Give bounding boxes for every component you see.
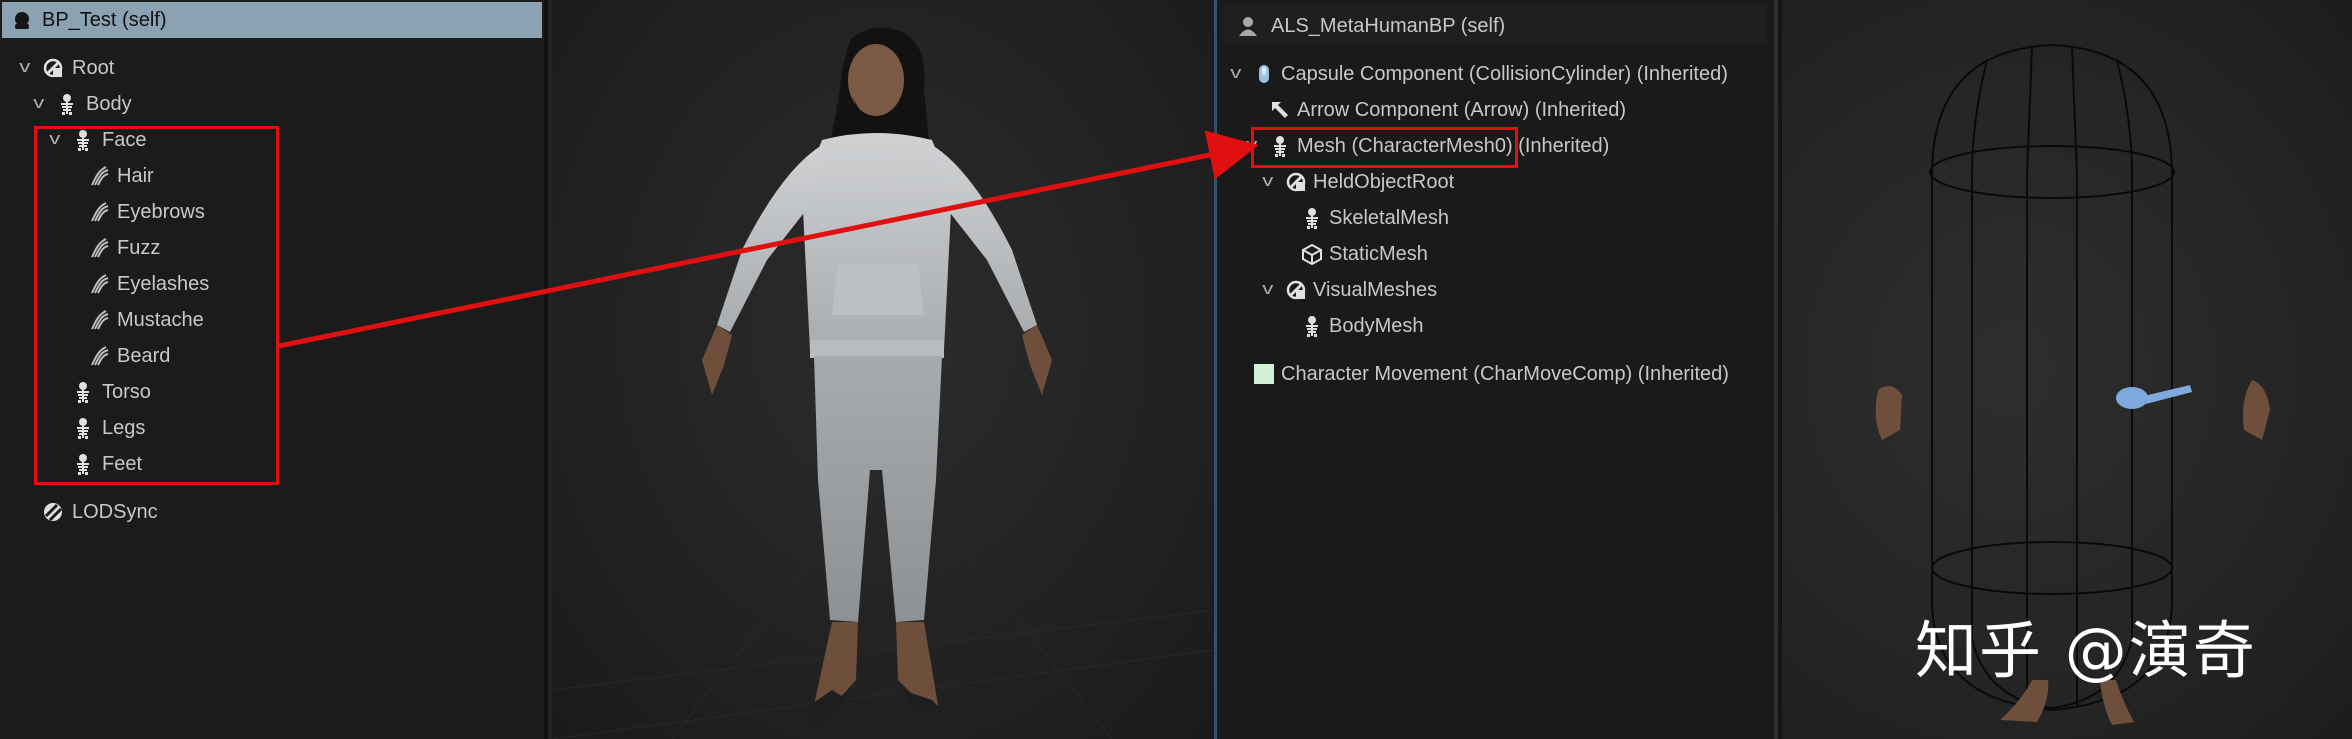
tree-row-capsule-component[interactable]: v Capsule Component (CollisionCylinder) …: [1217, 58, 1767, 92]
skeletal-mesh-icon: [61, 94, 73, 115]
arrow-component-icon: [1272, 102, 1288, 118]
scene-component-icon: [1286, 172, 1306, 192]
tree-row-bodymesh[interactable]: BodyMesh: [1217, 310, 1767, 344]
highlight-box-mesh: [1251, 127, 1518, 168]
tree-row-character-movement[interactable]: Character Movement (CharMoveComp) (Inher…: [1217, 358, 1767, 392]
tree-label: StaticMesh: [1329, 243, 1428, 265]
actor-self-icon: [1239, 17, 1257, 36]
tree-label: Capsule Component (CollisionCylinder) (I…: [1281, 63, 1728, 85]
left-tree-header-label: BP_Test (self): [42, 9, 167, 31]
right-component-tree-panel: ALS_MetaHumanBP (self) v Capsule Compone…: [1214, 0, 1778, 739]
chevron-down-icon[interactable]: v: [1262, 171, 1285, 191]
capsule-icon: [1259, 65, 1269, 83]
character-render: [552, 27, 1214, 739]
tree-label: SkeletalMesh: [1329, 207, 1450, 229]
watermark-text: 知乎 @演奇: [1915, 614, 2257, 687]
chevron-down-icon[interactable]: v: [1230, 63, 1253, 83]
skeletal-mesh-icon: [1306, 316, 1318, 337]
tree-label: Character Movement (CharMoveComp) (Inher…: [1281, 363, 1729, 385]
tree-label: LODSync: [72, 501, 158, 523]
viewport-character-preview[interactable]: [552, 0, 1214, 739]
tree-label: VisualMeshes: [1313, 279, 1438, 301]
left-component-tree-panel: BP_Test (self) v Root v Body v Face Hair…: [0, 0, 548, 739]
tree-row-visualmeshes[interactable]: v VisualMeshes: [1217, 274, 1767, 308]
tree-row-arrow-component[interactable]: Arrow Component (Arrow) (Inherited): [1217, 94, 1767, 128]
tree-label: Body: [86, 93, 132, 115]
tree-row-heldobjectroot[interactable]: v HeldObjectRoot: [1217, 166, 1767, 200]
tree-label: Root: [72, 57, 115, 79]
movement-component-icon: [1254, 364, 1274, 384]
tree-row-root[interactable]: v Root: [0, 52, 540, 86]
chevron-down-icon[interactable]: v: [1262, 279, 1285, 299]
tree-label: Arrow Component (Arrow) (Inherited): [1297, 99, 1626, 121]
right-tree-header[interactable]: ALS_MetaHumanBP (self): [1223, 5, 1767, 45]
chevron-down-icon[interactable]: v: [19, 57, 42, 77]
tree-row-body[interactable]: v Body: [0, 88, 540, 122]
highlight-box-face-group: [34, 126, 279, 485]
scene-component-icon: [1286, 280, 1306, 300]
tree-row-skeletalmesh[interactable]: SkeletalMesh: [1217, 202, 1767, 236]
scene-component-icon: [43, 58, 63, 78]
chevron-down-icon[interactable]: v: [33, 93, 56, 113]
tree-label: BodyMesh: [1329, 315, 1424, 337]
left-tree-header[interactable]: BP_Test (self): [2, 2, 542, 38]
tree-row-lodsync[interactable]: LODSync: [0, 496, 540, 530]
actor-self-icon: [15, 12, 29, 29]
lodsync-icon: [44, 503, 63, 522]
tree-label: HeldObjectRoot: [1313, 171, 1455, 193]
skeletal-mesh-icon: [1306, 208, 1318, 229]
tree-row-staticmesh[interactable]: StaticMesh: [1217, 238, 1767, 272]
right-tree-header-label: ALS_MetaHumanBP (self): [1271, 15, 1506, 37]
static-mesh-icon: [1302, 243, 1322, 265]
